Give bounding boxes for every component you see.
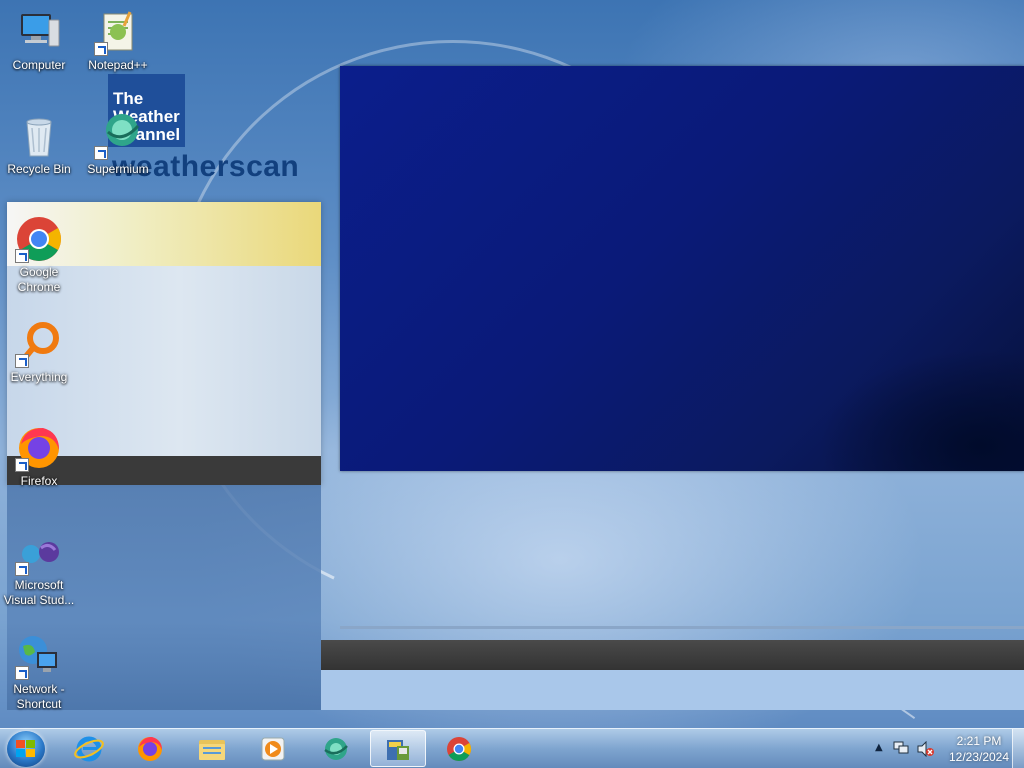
taskbar-media-player[interactable] [246, 730, 302, 767]
computer-icon [15, 8, 63, 56]
start-button[interactable] [7, 731, 45, 767]
shortcut-arrow-icon [15, 562, 29, 576]
weatherscan-divider [340, 626, 1024, 629]
show-desktop-button[interactable] [1012, 729, 1024, 768]
system-tray: ▲ 2:21 PM 12/23/2024 [864, 729, 1024, 768]
desktop-icon-recycle-bin[interactable]: Recycle Bin [0, 112, 78, 177]
desktop-icon-network[interactable]: Network - Shortcut [0, 632, 78, 712]
desktop-icon-firefox[interactable]: Firefox [0, 424, 78, 489]
network-tray-icon[interactable] [893, 741, 909, 755]
desktop-icon-everything[interactable]: Everything [0, 320, 78, 385]
media-player-icon [261, 737, 285, 761]
clock-time: 2:21 PM [956, 734, 1002, 748]
taskbar-file-explorer[interactable] [185, 730, 241, 767]
shortcut-arrow-icon [15, 249, 29, 263]
desktop-icon-visual-studio[interactable]: Microsoft Visual Stud... [0, 528, 78, 608]
desktop-icon-label-line-2: Shortcut [16, 697, 62, 711]
weatherscan-app-icon [387, 740, 409, 760]
visual-studio-icon [15, 528, 63, 576]
shortcut-arrow-icon [94, 146, 108, 160]
weatherscan-ticker-strip [321, 670, 1024, 710]
desktop-icon-label: Firefox [20, 474, 58, 488]
desktop-icon-label-line-1: Google [19, 265, 59, 279]
desktop-icon-label: Everything [10, 370, 68, 384]
desktop-icon-label-line-1: Network - [13, 682, 65, 696]
desktop-icon-label: Computer [12, 58, 66, 72]
firefox-icon [138, 737, 162, 761]
desktop-icon-label-line-2: Chrome [17, 280, 61, 294]
logo-line-1: The [113, 89, 144, 108]
taskbar-firefox[interactable] [123, 730, 179, 767]
desktop-icon-computer[interactable]: Computer [0, 8, 78, 73]
taskbar-supermium[interactable] [308, 730, 364, 767]
folder-icon [199, 740, 225, 760]
shortcut-arrow-icon [15, 354, 29, 368]
shortcut-arrow-icon [94, 42, 108, 56]
notepadpp-icon [94, 8, 142, 56]
show-hidden-icons-button[interactable]: ▲ [875, 742, 883, 753]
supermium-icon [324, 738, 348, 760]
shortcut-arrow-icon [15, 666, 29, 680]
weatherscan-ticker-bar [321, 640, 1024, 670]
desktop-icon-google-chrome[interactable]: Google Chrome [0, 215, 78, 295]
recycle-bin-icon [15, 112, 63, 160]
everything-icon [15, 320, 63, 368]
taskbar-weatherscan-app[interactable] [370, 730, 426, 767]
desktop-icon-notepadpp[interactable]: Notepad++ [79, 8, 157, 73]
desktop-icon-label-line-2: Visual Stud... [3, 593, 75, 607]
firefox-icon [15, 424, 63, 472]
internet-explorer-icon [74, 736, 104, 762]
chrome-icon [15, 215, 63, 263]
supermium-icon [94, 112, 142, 160]
desktop-icon-label: Supermium [87, 162, 149, 176]
taskbar-internet-explorer[interactable] [62, 730, 118, 767]
shortcut-arrow-icon [15, 458, 29, 472]
windows-logo-icon [16, 740, 36, 758]
desktop-icon-label: Notepad++ [88, 58, 148, 72]
desktop-icon-supermium[interactable]: Supermium [79, 112, 157, 177]
clock-date: 12/23/2024 [948, 750, 1010, 764]
weatherscan-main-screen [340, 66, 1024, 471]
chrome-icon [447, 737, 472, 762]
taskbar-clock[interactable]: 2:21 PM 12/23/2024 [944, 733, 1014, 765]
volume-muted-icon[interactable] [917, 741, 935, 757]
network-icon [15, 632, 63, 680]
desktop-icon-label-line-1: Microsoft [14, 578, 64, 592]
taskbar: ▲ 2:21 PM 12/23/2024 [0, 728, 1024, 768]
taskbar-chrome[interactable] [432, 730, 488, 767]
desktop-icon-label: Recycle Bin [7, 162, 71, 176]
